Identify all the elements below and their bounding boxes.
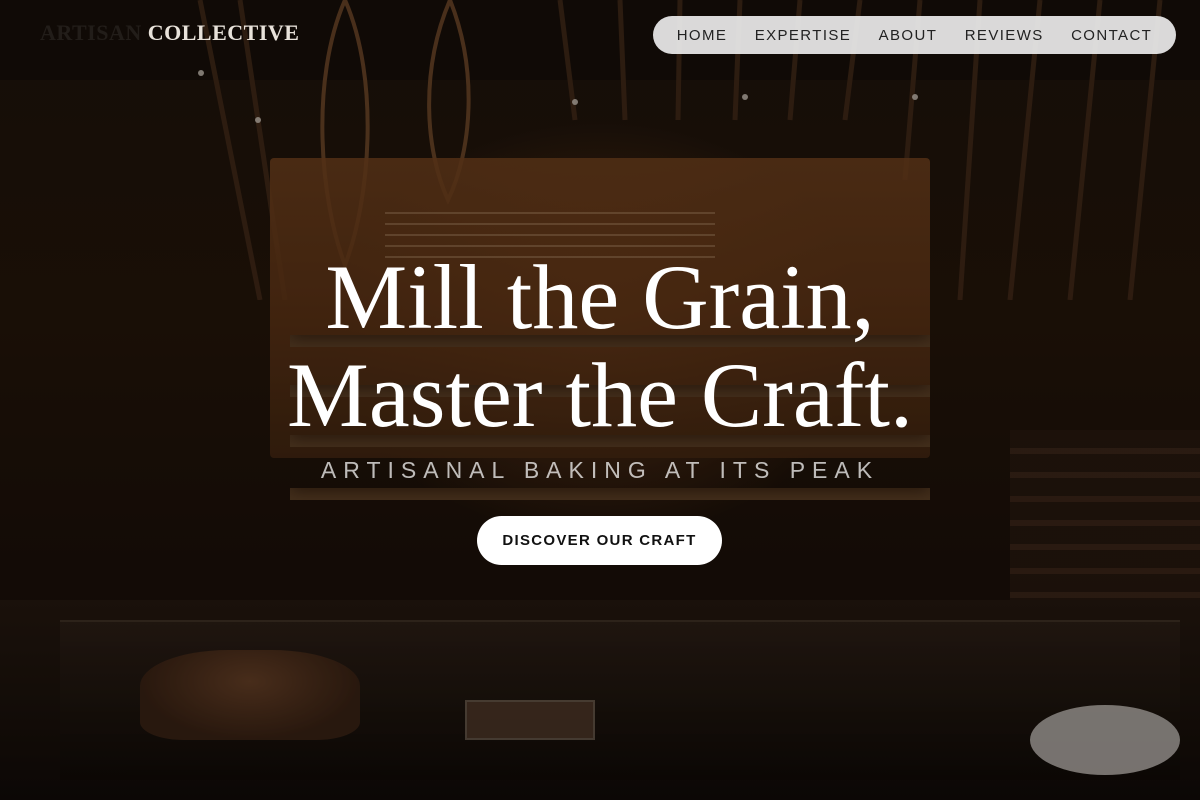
hero-headline: Mill the Grain, Master the Craft. <box>0 248 1200 444</box>
main-nav: HOME EXPERTISE ABOUT REVIEWS CONTACT <box>653 16 1176 54</box>
nav-contact[interactable]: CONTACT <box>1071 27 1152 44</box>
nav-expertise[interactable]: EXPERTISE <box>755 27 852 44</box>
hero-section: ARTISAN COLLECTIVE HOME EXPERTISE ABOUT … <box>0 0 1200 800</box>
brand-name: COLLECTIVE <box>147 20 300 45</box>
nav-home[interactable]: HOME <box>677 27 728 44</box>
hero-subtitle: ARTISANAL BAKING AT ITS PEAK <box>320 457 880 483</box>
nav-about[interactable]: ABOUT <box>879 27 938 44</box>
headline-line-2: Master the Craft. <box>287 344 913 446</box>
brand-faded-text: ARTISAN <box>40 20 142 45</box>
discover-craft-button[interactable]: DISCOVER OUR CRAFT <box>477 516 722 565</box>
headline-line-1: Mill the Grain, <box>325 246 875 348</box>
brand-logo[interactable]: ARTISAN COLLECTIVE <box>40 20 299 52</box>
nav-reviews[interactable]: REVIEWS <box>965 27 1044 44</box>
